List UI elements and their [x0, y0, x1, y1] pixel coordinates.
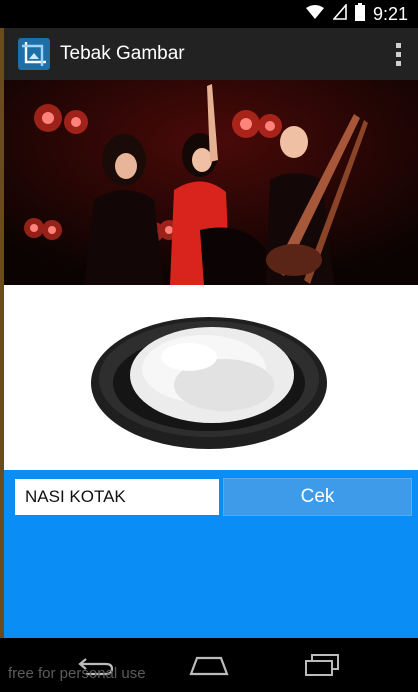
overflow-menu-icon[interactable] [378, 28, 418, 80]
check-button[interactable]: Cek [223, 478, 412, 516]
signal-icon [332, 2, 347, 24]
answer-panel: Cek [4, 470, 418, 638]
clock: 9:21 [372, 3, 408, 24]
watermark-text: free for personal use [8, 665, 146, 682]
crop-icon[interactable] [18, 38, 50, 70]
app-title: Tebak Gambar [60, 43, 185, 64]
answer-input[interactable] [15, 479, 219, 515]
content-area: Cek [4, 80, 418, 638]
wifi-icon [305, 4, 325, 24]
battery-icon [354, 3, 365, 25]
recents-icon[interactable] [292, 645, 352, 685]
status-bar: 9:21 [0, 0, 418, 28]
action-bar: Tebak Gambar [4, 28, 418, 80]
concert-photo [4, 80, 418, 285]
rice-plate-photo [4, 285, 418, 470]
home-icon[interactable] [179, 645, 239, 685]
